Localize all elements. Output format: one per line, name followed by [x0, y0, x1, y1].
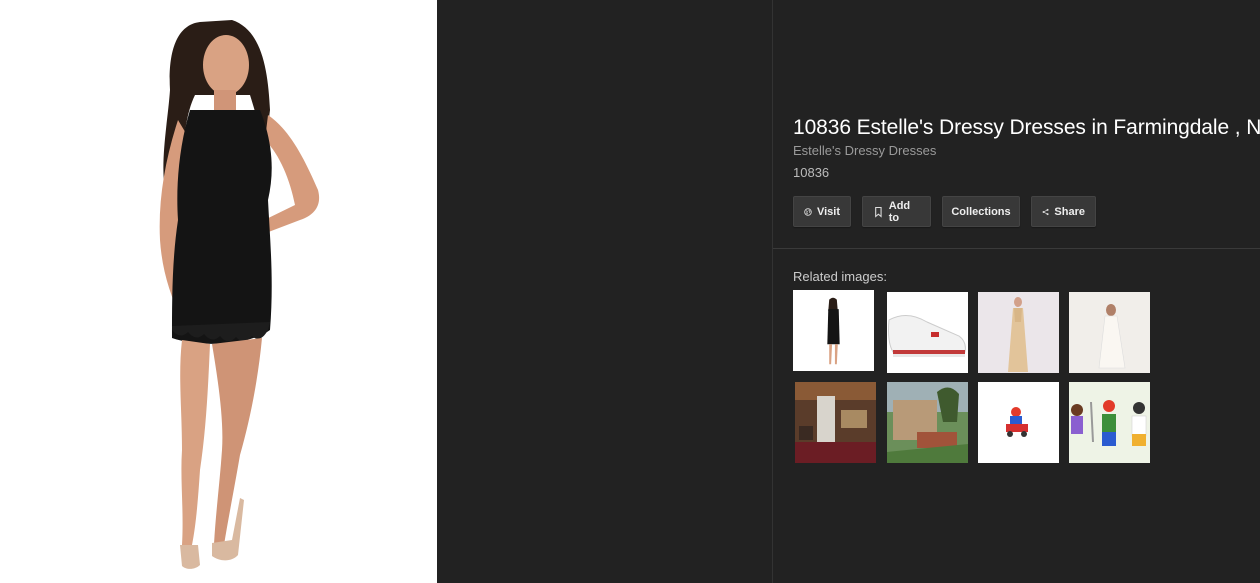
- share-icon: [1042, 208, 1049, 215]
- globe-icon: [804, 207, 812, 216]
- image-source[interactable]: Estelle's Dressy Dresses: [793, 143, 936, 158]
- related-image-4[interactable]: [1069, 292, 1150, 373]
- thumb-white-sneaker: [887, 292, 968, 373]
- image-title[interactable]: 10836 Estelle's Dressy Dresses in Farmin…: [793, 116, 1260, 140]
- thumb-red-toy: [978, 382, 1059, 463]
- add-to-button[interactable]: Add to: [862, 196, 931, 227]
- related-image-2[interactable]: [887, 292, 968, 373]
- thumb-toy-group: [1069, 382, 1150, 463]
- thumb-black-dress: [795, 292, 872, 369]
- related-image-5[interactable]: [795, 382, 876, 463]
- bookmark-icon: [875, 206, 882, 218]
- related-image-1[interactable]: [793, 290, 874, 371]
- action-bar: Visit Add to Collections Share: [793, 196, 1096, 227]
- main-image: [159, 20, 320, 569]
- thumb-gold-gown: [978, 292, 1059, 373]
- visit-label: Visit: [816, 205, 840, 218]
- related-images-label: Related images:: [793, 269, 887, 284]
- related-image-6[interactable]: [887, 382, 968, 463]
- image-info-panel: 10836 Estelle's Dressy Dresses in Farmin…: [773, 0, 1260, 583]
- collections-label: Collections: [951, 205, 1011, 218]
- thumb-house: [887, 382, 968, 463]
- section-divider: [773, 248, 1260, 249]
- image-subtitle: 10836: [793, 165, 830, 180]
- related-image-3[interactable]: [978, 292, 1059, 373]
- thumb-living-room: [795, 382, 876, 463]
- related-image-8[interactable]: [1069, 382, 1150, 463]
- share-button[interactable]: Share: [1031, 196, 1096, 227]
- lightbox-background: [437, 0, 772, 583]
- collections-button[interactable]: Collections: [942, 196, 1020, 227]
- related-image-7[interactable]: [978, 382, 1059, 463]
- thumb-white-dress: [1069, 292, 1150, 373]
- visit-button[interactable]: Visit: [793, 196, 851, 227]
- add-to-label: Add to: [888, 199, 911, 224]
- share-label: Share: [1054, 205, 1085, 218]
- main-image-pane[interactable]: [0, 0, 437, 583]
